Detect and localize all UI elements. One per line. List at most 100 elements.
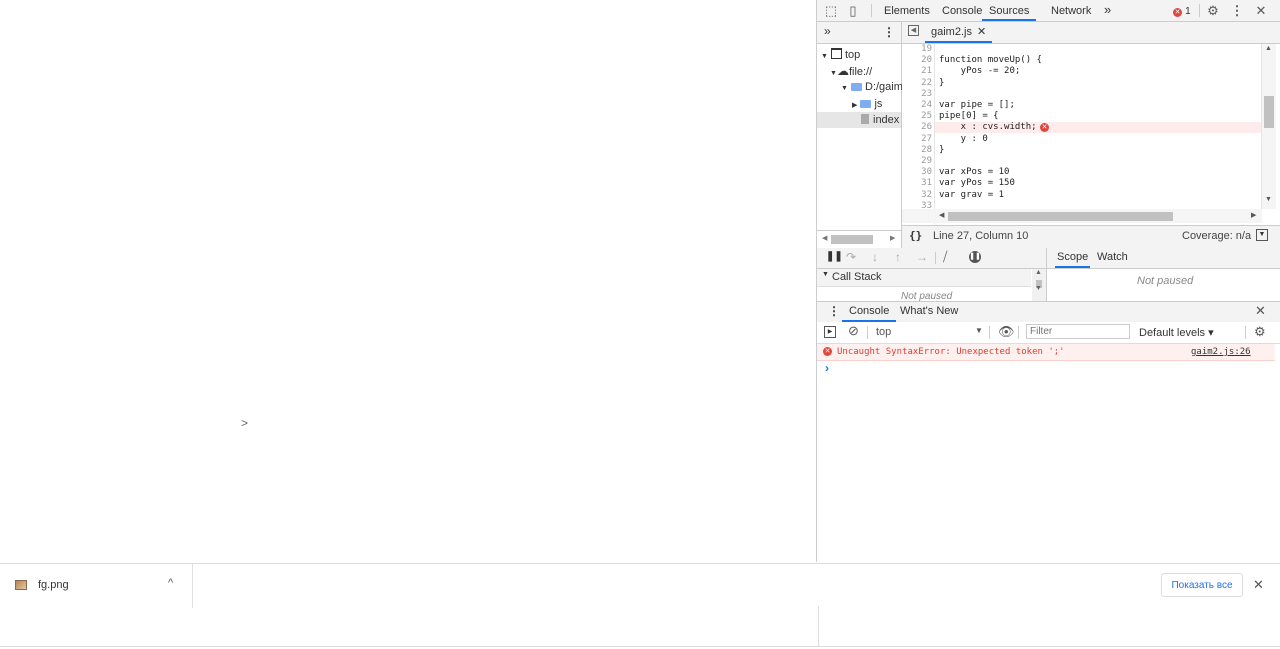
drawer-tab-whats-new[interactable]: What's New [900,302,958,321]
page-viewport: > [0,0,816,562]
download-item[interactable]: fg.png ^ [0,564,193,608]
clear-console-icon[interactable]: ⊘ [848,323,859,339]
console-filter-input[interactable] [1026,324,1130,339]
code-line: var grav = 1 [939,189,1005,200]
line-number[interactable]: 28 [902,145,932,155]
settings-gear-icon[interactable]: ⚙ [1205,0,1221,21]
cloud-icon: ☁ [836,64,849,78]
pause-icon[interactable]: ❚❚ [826,251,843,262]
step-into-icon[interactable]: ↓ [872,250,878,264]
error-counter[interactable]: ✕ 1 [1173,5,1191,17]
tab-watch[interactable]: Watch [1097,248,1128,267]
code-line: x : cvs.width; [939,122,1037,133]
page-text: > [241,416,249,430]
frame-icon [831,48,842,59]
context-dropdown-icon[interactable]: ▼ [975,326,983,335]
download-bar: fg.png ^ Показать все ✕ [0,563,1280,608]
live-expression-eye-icon[interactable]: 👁 [998,324,1015,340]
navigator-scroll-thumb[interactable] [831,235,873,244]
toggle-navigator-icon[interactable]: ◀ [908,25,919,36]
editor-tabs: ◀ gaim2.js ✕ [902,22,1280,44]
close-tab-icon[interactable]: ✕ [977,26,986,38]
code-line: y : 0 [939,133,988,144]
editor-horizontal-scroll-thumb[interactable] [948,212,1173,221]
tab-elements[interactable]: Elements [884,0,930,21]
tree-item-index[interactable]: index [817,112,901,128]
call-stack-scrollbar[interactable]: ▲ ▼ [1032,269,1047,301]
tab-sources[interactable]: Sources [982,0,1037,21]
context-selector[interactable]: top [876,326,891,338]
close-devtools-icon[interactable]: ✕ [1253,0,1269,21]
devtools-toolbar: ⬚ ▯ Elements Console Sources Network » ✕… [817,0,1280,22]
show-all-button[interactable]: Показать все [1161,573,1243,597]
more-tabs-button[interactable]: » [1104,0,1111,21]
tree-item-folder[interactable]: ▼ D:/gaim [841,79,903,95]
line-number[interactable]: 26 [902,122,932,132]
navigator-scrollbar[interactable]: ◀ ▶ [817,230,901,248]
call-stack-header[interactable]: ▼ Call Stack [817,269,1031,287]
tree-item-top[interactable]: ▼ top [821,47,860,63]
step-icon[interactable]: → [916,250,928,264]
line-number[interactable]: 20 [902,55,932,65]
line-number[interactable]: 32 [902,190,932,200]
navigator-more-button[interactable]: » [824,24,831,38]
coverage-status: Coverage: n/a [1182,230,1252,242]
device-toolbar-icon[interactable]: ▯ [845,0,861,21]
close-drawer-icon[interactable]: ✕ [1255,303,1266,319]
line-number[interactable]: 27 [902,134,932,144]
pause-on-exceptions-icon[interactable]: ❚❚ [969,251,981,263]
scope-pane: Not paused [1137,275,1194,287]
file-tab-gaim2[interactable]: gaim2.js ✕ [925,22,993,43]
line-number[interactable]: 23 [902,89,932,99]
line-number[interactable]: 24 [902,100,932,110]
code-line: pipe[0] = { [939,111,999,122]
console-prompt[interactable]: › [825,361,829,375]
pretty-print-icon[interactable]: {} [909,229,922,242]
drawer-tab-console[interactable]: Console [842,302,897,322]
line-number[interactable]: 19 [902,44,932,54]
divider [0,646,1280,647]
step-out-icon[interactable]: ↑ [895,250,901,264]
navigator-menu-icon[interactable]: ⋮ [883,25,895,39]
line-number[interactable]: 22 [902,78,932,88]
drawer-menu-icon[interactable]: ⋮ [828,304,840,318]
code-editor[interactable]: 19 20 function moveUp() {21 yPos -= 20; 22}… [902,44,1280,224]
tab-scope[interactable]: Scope [1055,248,1091,268]
line-number[interactable]: 30 [902,167,932,177]
line-number[interactable]: 25 [902,111,932,121]
editor-vertical-scroll-thumb[interactable] [1264,96,1274,128]
tab-console[interactable]: Console [942,0,982,21]
kebab-menu-icon[interactable]: ⋮ [1229,0,1245,21]
folder-icon [851,83,862,91]
log-levels-dropdown[interactable]: Default levels ▾ [1139,326,1214,339]
console-settings-gear-icon[interactable]: ⚙ [1254,324,1266,340]
tree-item-file[interactable]: ▼☁file:// [830,63,872,79]
line-number[interactable]: 29 [902,156,932,166]
tree-item-js[interactable]: ▶ js [852,96,882,112]
step-over-icon[interactable]: ↷ [846,250,856,264]
error-icon: ✕ [1173,8,1182,17]
toggle-debugger-icon[interactable]: ▼ [1256,229,1268,241]
folder-icon [860,100,872,108]
console-error-message: ✕ Uncaught SyntaxError: Unexpected token… [817,344,1275,361]
error-text: Uncaught SyntaxError: Unexpected token '… [837,347,1065,357]
download-file-name: fg.png [38,579,69,591]
code-line: } [939,144,945,155]
editor-vertical-scrollbar[interactable]: ▲ ▼ [1261,44,1276,209]
editor-status-bar: {} Line 27, Column 10 Coverage: n/a ▼ [902,225,1280,249]
line-number[interactable]: 31 [902,178,932,188]
show-sidebar-icon[interactable]: ▶ [824,326,836,338]
file-icon [861,114,869,124]
code-line: var pipe = []; [939,100,1015,110]
close-download-bar-icon[interactable]: ✕ [1253,577,1264,593]
editor-horizontal-scrollbar[interactable]: ◀ ▶ [902,209,1262,223]
error-source-link[interactable]: gaim2.js:26 [1191,347,1251,357]
inspect-element-icon[interactable]: ⬚ [823,0,839,21]
sources-navigator: » ⋮ ▼ top ▼☁file:// ▼ D:/gaim ▶ js index [817,22,903,248]
tab-network[interactable]: Network [1051,0,1091,21]
chevron-up-icon[interactable]: ^ [168,577,173,589]
code-line: var xPos = 10 [939,167,1010,178]
image-file-icon [15,580,27,590]
deactivate-breakpoints-icon[interactable]: ⧸ [943,249,947,265]
line-number[interactable]: 21 [902,66,932,76]
